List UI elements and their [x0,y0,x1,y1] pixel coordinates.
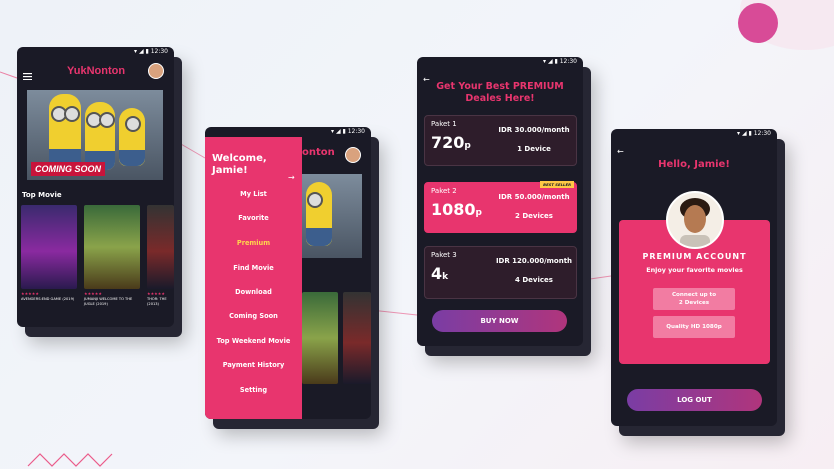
poster-title: AVENGERS:END GAME (2019) [21,297,75,301]
close-drawer-arrow-icon[interactable]: → [288,173,295,182]
user-avatar[interactable] [148,63,164,79]
account-type: PREMIUM ACCOUNT [642,252,747,261]
status-time: 12:30 [753,130,771,137]
account-tagline: Enjoy your favorite movies [646,266,743,274]
feature-quality: Quality HD 1080p [653,316,735,338]
menu-item-favorite[interactable]: Favorite [205,214,302,222]
decorative-circle [738,3,778,43]
back-arrow-icon[interactable]: ← [617,147,624,156]
rating-stars: ★★★★★ [147,291,165,296]
feature-devices: Connect up to 2 Devices [653,288,735,310]
greeting-text: Hello, Jamie! [658,159,730,170]
package-devices: 1 Device [517,145,551,153]
poster-title: THOR: THE (2013) [147,297,167,306]
background-logo: onton [302,147,335,158]
menu-item-my-list[interactable]: My List [205,190,302,198]
section-title: Top Movie [22,191,62,199]
rating-stars: ★★★★★ [84,291,102,296]
coming-soon-label: COMING SOON [31,162,106,176]
package-devices: 2 Devices [515,212,553,220]
logout-button[interactable]: LOG OUT [627,389,762,411]
status-time: 12:30 [347,128,365,135]
featured-banner[interactable]: COMING SOON [27,90,163,180]
status-bar: ▾ ◢ ▮ 12:30 [331,128,365,135]
package-card-1080p[interactable]: BEST SELLER Paket 2 1080p IDR 50.000/mon… [424,181,577,233]
package-name: Paket 2 [431,187,457,195]
status-time: 12:30 [150,48,168,55]
package-price: IDR 50.000/month [498,193,570,201]
hamburger-menu-icon[interactable] [23,66,32,85]
user-avatar[interactable] [345,147,361,163]
phone-account: ▾ ◢ ▮ 12:30 ← Hello, Jamie! PREMIUM ACCO… [611,129,777,426]
app-logo: YukNonton [67,65,126,77]
package-resolution: 4k [431,264,449,283]
menu-item-top-weekend-movie[interactable]: Top Weekend Movie [205,337,302,345]
package-name: Paket 1 [431,120,457,128]
background-banner [302,174,362,258]
background-poster [343,292,371,384]
best-seller-badge: BEST SELLER [540,181,574,188]
navigation-drawer: Welcome, Jamie! → My List Favorite Premi… [205,137,302,419]
package-price: IDR 120.000/month [495,257,573,265]
menu-item-find-movie[interactable]: Find Movie [205,264,302,272]
menu-item-coming-soon[interactable]: Coming Soon [205,312,302,320]
movie-poster[interactable] [84,205,140,289]
status-time: 12:30 [559,58,577,65]
package-name: Paket 3 [431,251,457,259]
premium-title-line2: Deales Here! [465,93,535,104]
phone-home: ▾ ◢ ▮ 12:30 YukNonton COMING SOON Top Mo… [17,47,174,327]
buy-now-button[interactable]: BUY NOW [432,310,567,332]
status-bar: ▾ ◢ ▮ 12:30 [543,58,577,65]
movie-poster[interactable] [147,205,174,289]
phone-premium: ▾ ◢ ▮ 12:30 ← Get Your Best PREMIUM Deal… [417,57,583,346]
menu-item-setting[interactable]: Setting [205,386,302,394]
package-resolution: 1080p [431,200,482,219]
movie-poster[interactable] [21,205,77,289]
poster-title: JUMANJI WELCOME TO THE JUGLE (2019) [84,297,133,306]
menu-item-premium[interactable]: Premium [205,239,302,247]
menu-item-download[interactable]: Download [205,288,302,296]
banner-art [85,102,115,170]
package-price: IDR 30.000/month [498,126,570,134]
premium-title: Get Your Best PREMIUM Deales Here! [417,81,583,105]
banner-art [119,108,145,166]
package-card-720p[interactable]: Paket 1 720p IDR 30.000/month 1 Device [424,115,577,166]
package-resolution: 720p [431,133,471,152]
profile-avatar[interactable] [666,191,724,249]
profile-photo-icon [680,198,710,247]
package-devices: 4 Devices [515,276,553,284]
welcome-text: Welcome, Jamie! [212,153,267,176]
banner-art [49,94,81,170]
background-poster [302,292,338,384]
phone-drawer: ▾ ◢ ▮ 12:30 onton Welcome, Jamie! → My L… [205,127,371,419]
menu-item-payment-history[interactable]: Payment History [205,361,302,369]
status-bar: ▾ ◢ ▮ 12:30 [737,130,771,137]
app-header: YukNonton [17,57,174,87]
rating-stars: ★★★★★ [21,291,39,296]
package-card-4k[interactable]: Paket 3 4k IDR 120.000/month 4 Devices [424,246,577,299]
status-bar: ▾ ◢ ▮ 12:30 [134,48,168,55]
premium-title-line1: Get Your Best PREMIUM [436,81,564,92]
